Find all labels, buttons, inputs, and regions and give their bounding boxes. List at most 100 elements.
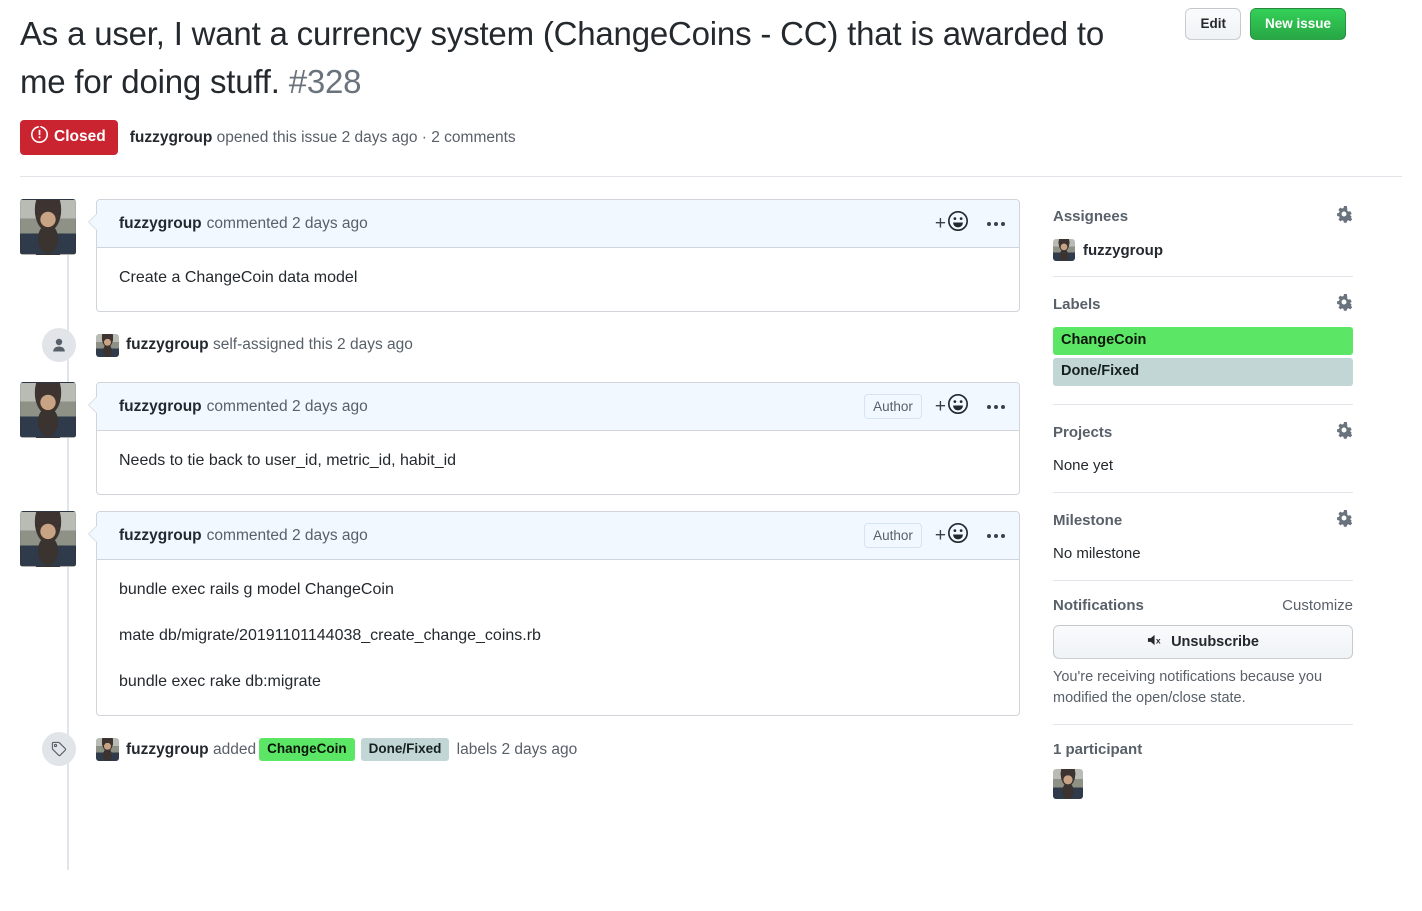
comment-header: fuzzygroup commented 2 days ago Author +: [97, 512, 1019, 560]
inline-label-donefixed[interactable]: Done/Fixed: [360, 737, 450, 761]
event-avatar[interactable]: [96, 333, 119, 357]
add-reaction-button[interactable]: +: [935, 522, 969, 549]
comment-timestamp: commented 2 days ago: [206, 214, 368, 232]
issue-page: As a user, I want a currency system (Cha…: [0, 0, 1422, 911]
milestone-value: No milestone: [1053, 545, 1141, 562]
event-text: fuzzygroup self-assigned this 2 days ago: [126, 334, 413, 356]
inline-label-changecoin[interactable]: ChangeCoin: [259, 737, 355, 761]
add-reaction-button[interactable]: +: [935, 210, 969, 237]
issue-number: #328: [288, 63, 362, 100]
sidebar-section-assignees: Assignees fuzzygroup: [1053, 205, 1353, 277]
avatar[interactable]: [20, 199, 76, 255]
projects-title: Projects: [1053, 424, 1113, 441]
issue-opened-text: opened this issue 2 days ago: [216, 128, 418, 146]
comment-paragraph: bundle exec rails g model ChangeCoin: [119, 581, 394, 598]
smiley-icon: [947, 522, 969, 549]
status-badge-label: Closed: [54, 128, 106, 145]
gear-icon[interactable]: [1335, 421, 1353, 444]
plus-icon: +: [934, 525, 946, 546]
gear-icon[interactable]: [1335, 293, 1353, 316]
person-icon: [42, 328, 76, 362]
comment-header: fuzzygroup commented 2 days ago Author +: [97, 383, 1019, 431]
add-reaction-button[interactable]: +: [935, 393, 969, 420]
milestone-title: Milestone: [1053, 512, 1123, 529]
author-badge: Author: [864, 523, 922, 548]
status-badge: Closed: [20, 120, 118, 155]
comment-paragraph: mate db/migrate/20191101144038_create_ch…: [119, 627, 541, 644]
assignee-name: fuzzygroup: [1083, 241, 1163, 259]
edit-button[interactable]: Edit: [1185, 8, 1241, 40]
unsubscribe-button[interactable]: x Unsubscribe: [1053, 625, 1353, 659]
comment-body: Needs to tie back to user_id, metric_id,…: [97, 431, 1019, 494]
issue-header: As a user, I want a currency system (Cha…: [0, 0, 1422, 106]
comment-timestamp: commented 2 days ago: [206, 397, 368, 415]
comment-author[interactable]: fuzzygroup: [119, 527, 202, 545]
gear-icon[interactable]: [1335, 205, 1353, 228]
comment-body: Create a ChangeCoin data model: [97, 248, 1019, 311]
sidebar-section-notifications: Notifications Customize x Unsubscribe Yo…: [1053, 597, 1353, 725]
comment-box: fuzzygroup commented 2 days ago Author +: [88, 382, 1020, 495]
event-description: self-assigned this 2 days ago: [212, 336, 413, 353]
issue-comment-count: 2 comments: [431, 128, 516, 146]
sidebar-section-header: Milestone: [1053, 509, 1353, 532]
avatar[interactable]: [20, 382, 76, 438]
event-avatar[interactable]: [96, 737, 119, 761]
comment-timestamp: commented 2 days ago: [206, 526, 368, 544]
event-text: fuzzygroup added ChangeCoin Done/Fixed lab…: [126, 737, 578, 761]
event-actor[interactable]: fuzzygroup: [126, 741, 209, 758]
kebab-icon[interactable]: [985, 218, 1007, 230]
comment-paragraph: bundle exec rake db:migrate: [119, 673, 321, 690]
kebab-icon[interactable]: [985, 401, 1007, 413]
sidebar-section-header: Labels: [1053, 293, 1353, 316]
sidebar-section-labels: Labels ChangeCoin Done/Fixed: [1053, 293, 1353, 405]
comment-header: fuzzygroup commented 2 days ago +: [97, 200, 1019, 248]
plus-icon: +: [934, 213, 946, 234]
avatar[interactable]: [1053, 769, 1083, 799]
page-title: As a user, I want a currency system (Cha…: [20, 8, 1140, 106]
sidebar-section-projects: Projects None yet: [1053, 421, 1353, 493]
unsubscribe-label: Unsubscribe: [1171, 634, 1259, 650]
assignees-title: Assignees: [1053, 208, 1129, 225]
avatar[interactable]: [20, 511, 76, 567]
issue-state-row: Closed fuzzygroup opened this issue 2 da…: [0, 120, 1422, 155]
gear-icon[interactable]: [1335, 509, 1353, 532]
comment-box: fuzzygroup commented 2 days ago + Create…: [88, 199, 1020, 312]
customize-link[interactable]: Customize: [1282, 597, 1353, 614]
issue-body: fuzzygroup commented 2 days ago + Create…: [0, 177, 1422, 870]
sidebar-section-milestone: Milestone No milestone: [1053, 509, 1353, 581]
sidebar-section-header: Projects: [1053, 421, 1353, 444]
new-issue-button[interactable]: New issue: [1249, 8, 1346, 40]
comment-paragraph: Create a ChangeCoin data model: [119, 269, 358, 286]
plus-icon: +: [934, 396, 946, 417]
participants-title: 1 participant: [1053, 741, 1143, 758]
mute-icon: x: [1147, 633, 1164, 651]
label-donefixed[interactable]: Done/Fixed: [1053, 358, 1353, 386]
tag-icon: [42, 732, 76, 766]
event-verb: added: [212, 740, 257, 758]
svg-text:x: x: [1156, 635, 1161, 645]
comment-paragraph: Needs to tie back to user_id, metric_id,…: [119, 452, 457, 469]
notifications-note: You're receiving notifications because y…: [1053, 669, 1323, 706]
sidebar-section-header: Notifications Customize: [1053, 597, 1353, 614]
projects-value: None yet: [1053, 457, 1114, 474]
label-changecoin[interactable]: ChangeCoin: [1053, 327, 1353, 355]
event-actor[interactable]: fuzzygroup: [126, 336, 209, 353]
issue-author-link[interactable]: fuzzygroup: [130, 129, 213, 146]
comment-item: fuzzygroup commented 2 days ago Author +: [20, 511, 1020, 716]
kebab-icon[interactable]: [985, 530, 1007, 542]
avatar: [1053, 239, 1075, 261]
issue-meta: fuzzygroup opened this issue 2 days ago …: [130, 128, 516, 148]
assignee-item[interactable]: fuzzygroup: [1053, 239, 1353, 261]
smiley-icon: [947, 210, 969, 237]
issue-closed-icon: [31, 125, 48, 148]
smiley-icon: [947, 393, 969, 420]
timeline-event-self-assigned: fuzzygroup self-assigned this 2 days ago: [20, 328, 1020, 362]
timeline-event-labeled: fuzzygroup added ChangeCoin Done/Fixed lab…: [20, 732, 1020, 766]
comment-body: bundle exec rails g model ChangeCoin mat…: [97, 560, 1019, 715]
comment-author[interactable]: fuzzygroup: [119, 215, 202, 233]
event-suffix: labels 2 days ago: [456, 740, 578, 758]
sidebar: Assignees fuzzygroup Labels ChangeCoin D…: [1053, 199, 1353, 830]
comment-author[interactable]: fuzzygroup: [119, 398, 202, 416]
comment-box: fuzzygroup commented 2 days ago Author +: [88, 511, 1020, 716]
issue-title-text: As a user, I want a currency system (Cha…: [20, 15, 1105, 100]
